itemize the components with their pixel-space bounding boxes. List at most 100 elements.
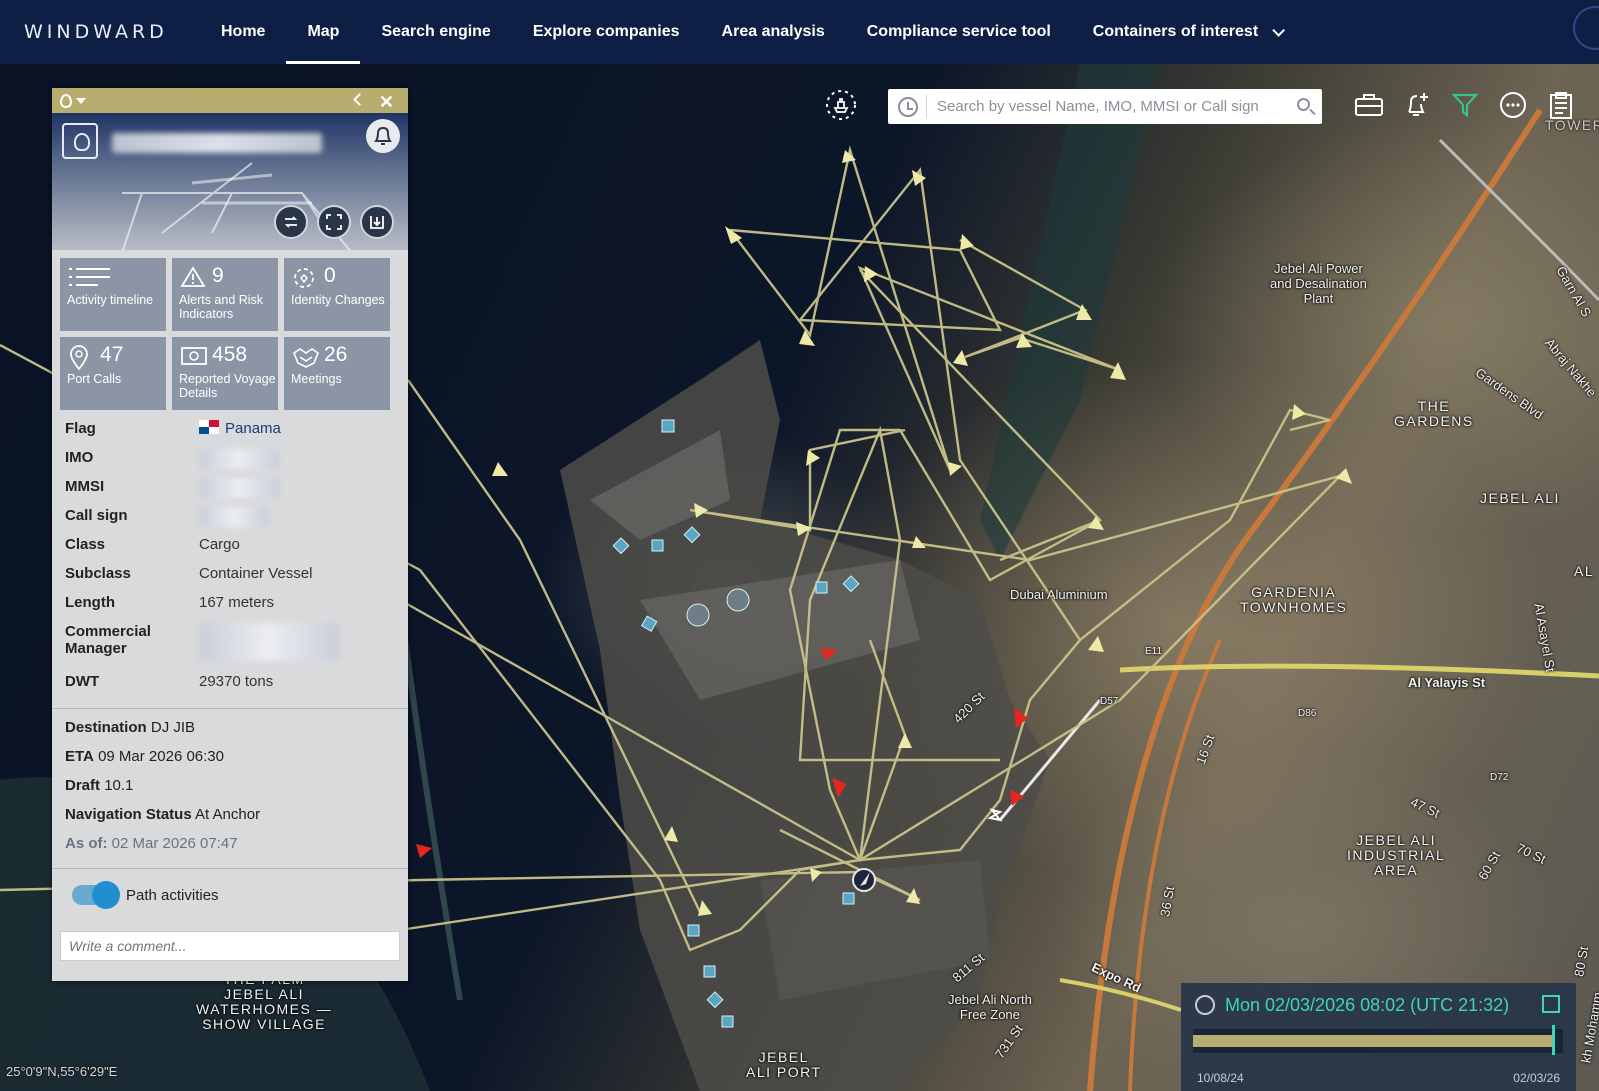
class-value: Cargo (199, 536, 240, 553)
vessel-marker[interactable] (815, 581, 828, 594)
label-the-gardens: THE GARDENS (1394, 398, 1474, 429)
briefcase-button[interactable] (1352, 88, 1386, 122)
comment-input[interactable] (60, 931, 400, 961)
nav-home[interactable]: Home (200, 0, 286, 64)
row-commercial-manager: Commercial Manager (65, 623, 395, 673)
label-dubai-aluminium: Dubai Aluminium (1010, 587, 1108, 602)
current-vessel-position[interactable] (852, 868, 876, 892)
tile-activity-timeline[interactable]: Activity timeline (60, 258, 166, 331)
track-arrow (492, 462, 508, 476)
close-icon[interactable]: ✕ (379, 92, 394, 113)
path-activities-row: Path activities (52, 869, 408, 921)
download-icon (370, 216, 384, 229)
nav-map[interactable]: Map (286, 0, 361, 64)
port-call-marker[interactable] (416, 844, 432, 858)
vessel-search (888, 89, 1322, 124)
nav-explore-companies[interactable]: Explore companies (512, 0, 701, 64)
dwt-label: DWT (65, 673, 100, 690)
more-options-button[interactable] (1496, 88, 1530, 122)
track-arrow (1292, 404, 1306, 420)
report-button[interactable] (1544, 88, 1578, 122)
imo-label: IMO (65, 449, 94, 466)
fullscreen-icon (326, 214, 342, 230)
label-jebel-ali-industrial: JEBEL ALI INDUSTRIAL AREA (1347, 832, 1446, 878)
nav-compliance-service-tool[interactable]: Compliance service tool (846, 0, 1072, 64)
vessel-marker[interactable] (661, 419, 675, 433)
tile-label: Activity timeline (67, 293, 154, 307)
label-the-palm: THE PALMJEBEL ALIWATERHOMES —SHOW VILLAG… (196, 972, 333, 1032)
voyage-icon (181, 347, 207, 365)
route-button[interactable] (274, 205, 308, 239)
row-as-of: As of: 02 Mar 2026 07:47 (52, 835, 408, 864)
path-activities-toggle[interactable] (72, 881, 120, 909)
subclass-value: Container Vessel (199, 565, 313, 582)
tile-identity-changes[interactable]: 0 Identity Changes (284, 258, 390, 331)
vessel-marker[interactable] (842, 892, 855, 905)
track-arrow (1336, 468, 1352, 484)
tile-label: Reported Voyage Details (179, 372, 276, 400)
manager-value-redacted (199, 623, 339, 661)
destination-value: DJ JIB (150, 719, 196, 736)
vessel-lock-button[interactable] (824, 88, 858, 122)
callsign-label: Call sign (65, 507, 128, 524)
vessel-cluster-marker[interactable] (726, 588, 750, 612)
shoreline-strip (980, 64, 1160, 560)
time-slider-track[interactable] (1193, 1025, 1563, 1055)
vessel-type-icon (62, 123, 98, 159)
nav-search-engine[interactable]: Search engine (360, 0, 511, 64)
time-slider-panel: Mon 02/03/2026 08:02 (UTC 21:32) 10/08/2… (1181, 983, 1576, 1091)
top-navigation: WINDWARD Home Map Search engine Explore … (0, 0, 1599, 64)
history-clock-icon[interactable] (898, 96, 918, 117)
time-slider-handle[interactable] (1552, 1025, 1555, 1055)
caret-down-icon[interactable] (76, 97, 86, 104)
layer-drop-icon[interactable] (60, 93, 72, 108)
filter-icon (1451, 93, 1479, 118)
path-activities-label: Path activities (126, 886, 219, 904)
subscribe-bell-button[interactable] (366, 119, 400, 153)
collapse-panel-icon[interactable] (353, 93, 366, 106)
eta-value: 09 Mar 2026 06:30 (98, 748, 224, 765)
panama-flag-icon (199, 420, 219, 434)
track-arrow (1110, 362, 1126, 380)
tile-meetings[interactable]: 26 Meetings (284, 337, 390, 410)
label-al: AL (1574, 563, 1595, 579)
tile-count: 47 (100, 343, 124, 366)
flag-name[interactable]: Panama (225, 420, 281, 437)
add-alert-button[interactable] (1400, 88, 1434, 122)
tile-reported-voyage[interactable]: 458 Reported Voyage Details (172, 337, 278, 410)
vessel-marker[interactable] (703, 965, 716, 978)
fullscreen-button[interactable] (317, 205, 351, 239)
label-e11: E11 (1145, 646, 1163, 657)
row-destination: Destination DJ JIB (52, 719, 408, 748)
vessel-search-input[interactable] (937, 98, 1297, 115)
download-button[interactable] (360, 205, 394, 239)
clock-icon (1195, 995, 1215, 1015)
tile-port-calls[interactable]: 47 Port Calls (60, 337, 166, 410)
asof-label: As of: (65, 835, 108, 852)
user-avatar[interactable] (1573, 6, 1599, 50)
search-icon[interactable] (1297, 98, 1310, 111)
breakwater (397, 599, 463, 1001)
vessel-cluster-marker[interactable] (686, 603, 710, 627)
filter-button[interactable] (1448, 88, 1482, 122)
nav-area-analysis[interactable]: Area analysis (701, 0, 846, 64)
vessel-marker[interactable] (687, 924, 700, 937)
timeline-end-date: 02/03/26 (1513, 1071, 1560, 1085)
mmsi-label: MMSI (65, 478, 105, 495)
nav-containers-of-interest[interactable]: Containers of interest (1072, 0, 1302, 64)
vessel-particulars: Flag Panama IMO MMSI Call sign Class Car… (52, 410, 408, 702)
label-d57: D57 (1100, 696, 1119, 707)
vessel-marker[interactable] (721, 1015, 734, 1028)
clipboard-icon (1550, 92, 1572, 119)
chevron-down-icon (1272, 23, 1286, 37)
tile-alerts-risk[interactable]: 9 Alerts and Risk Indicators (172, 258, 278, 331)
label-jebel-ali: JEBEL ALI (1480, 490, 1560, 506)
calendar-icon[interactable] (1542, 995, 1560, 1013)
vessel-name-redacted (112, 133, 322, 153)
row-dwt: DWT 29370 tons (65, 673, 395, 702)
brand-logo[interactable]: WINDWARD (24, 21, 200, 43)
vessel-marker[interactable] (651, 539, 664, 552)
draft-value: 10.1 (104, 777, 134, 794)
list-icon (69, 268, 110, 286)
row-class: Class Cargo (65, 536, 395, 565)
